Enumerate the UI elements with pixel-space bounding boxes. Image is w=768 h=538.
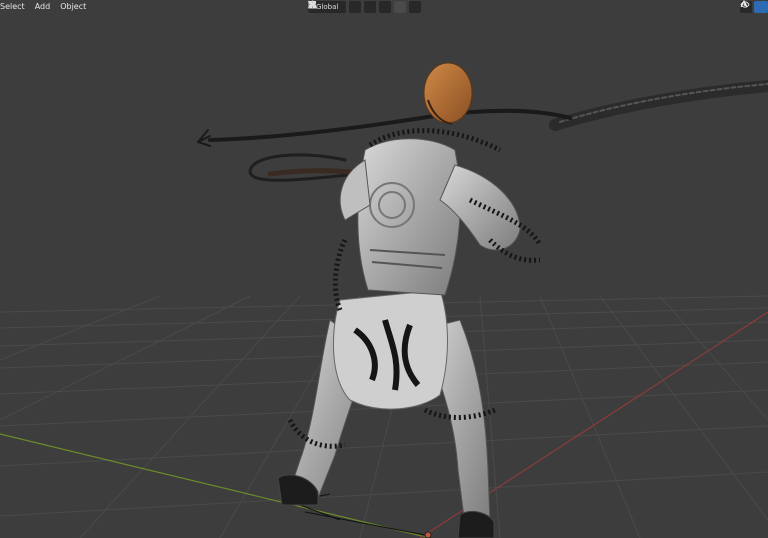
transform-tools: Global (308, 0, 422, 14)
falloff-curve-icon[interactable] (308, 0, 422, 13)
whip (197, 80, 768, 182)
3d-viewport[interactable]: Select Add Object Global (0, 0, 768, 538)
menu-object[interactable]: Object (60, 2, 86, 12)
menu-add[interactable]: Add (35, 2, 51, 12)
menu-select[interactable]: Select (0, 2, 25, 12)
y-axis-line (0, 433, 431, 538)
snap-icon[interactable] (309, 1, 377, 13)
snap-grid-icon[interactable] (309, 1, 392, 13)
gizmo-icon[interactable] (740, 0, 768, 13)
transform-orientation-label: Global (316, 3, 339, 11)
viewport-header: Select Add Object Global (0, 0, 768, 14)
viewport-scene (0, 62, 768, 538)
pivot-point-icon[interactable] (309, 1, 362, 13)
proportional-edit-icon[interactable] (310, 1, 407, 13)
header-menus: Select Add Object (0, 2, 86, 12)
armored-character (277, 62, 543, 538)
viewport-overlays (740, 0, 768, 14)
